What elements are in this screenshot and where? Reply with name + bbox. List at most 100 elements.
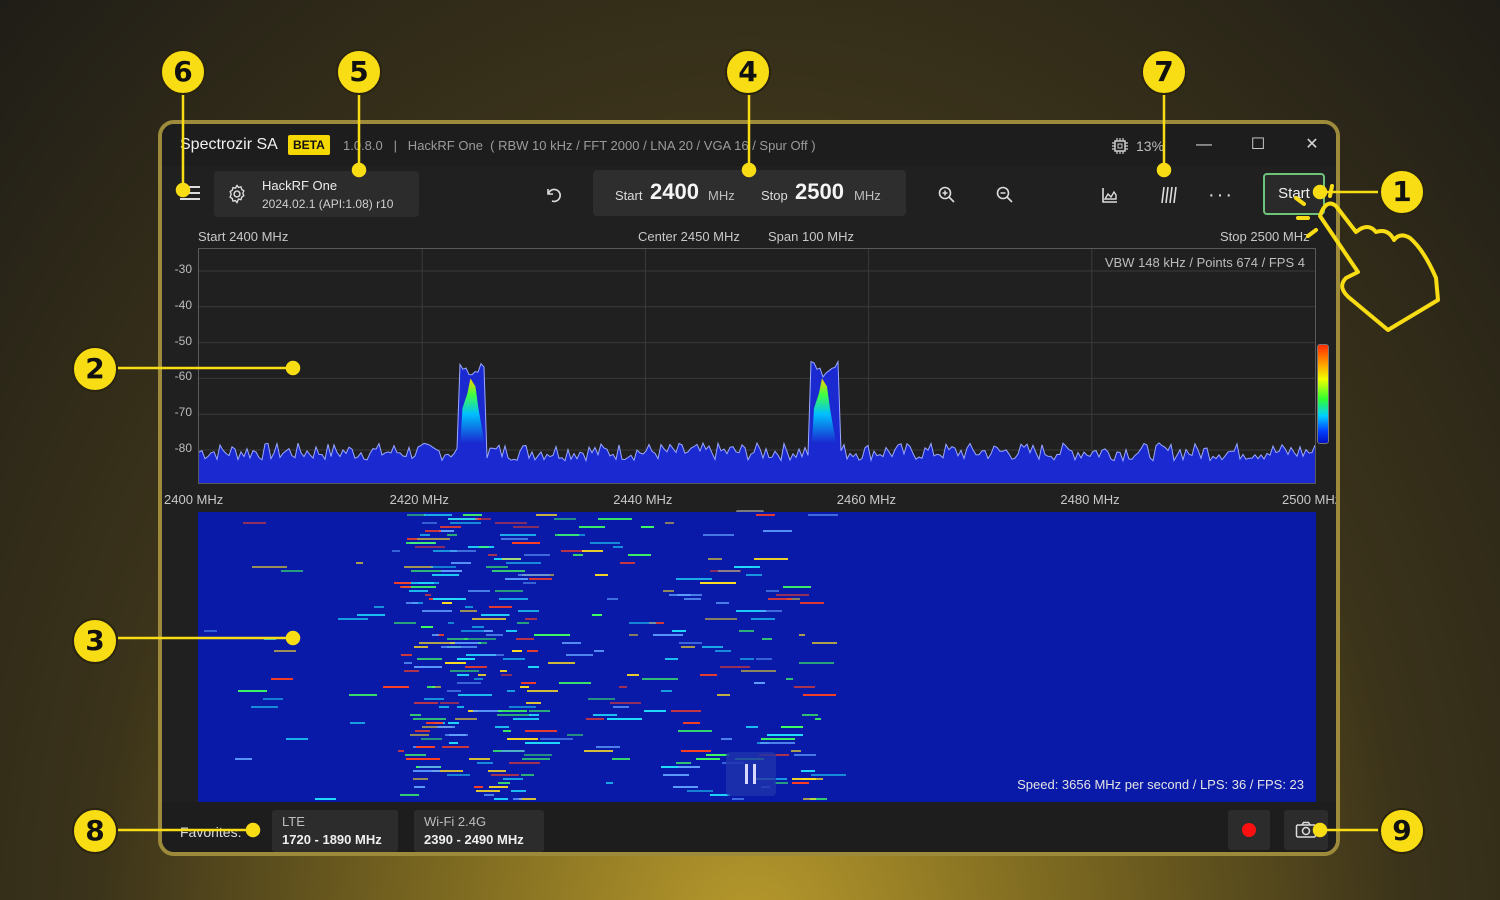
waterfall-signal bbox=[590, 542, 620, 544]
waterfall-signal bbox=[432, 574, 459, 576]
waterfall-signal bbox=[426, 722, 443, 724]
waterfall-signal bbox=[441, 646, 477, 648]
waterfall-signal bbox=[480, 654, 504, 656]
waterfall-signal bbox=[512, 542, 540, 544]
waterfall-signal bbox=[450, 522, 481, 524]
waterfall-display[interactable]: Speed: 3656 MHz per second / LPS: 36 / F… bbox=[198, 512, 1316, 802]
waterfall-signal bbox=[513, 798, 522, 800]
maximize-button[interactable]: ☐ bbox=[1244, 132, 1272, 158]
waterfall-signal bbox=[512, 650, 522, 652]
waterfall-signal bbox=[404, 566, 433, 568]
waterfall-signal bbox=[708, 558, 722, 560]
waterfall-signal bbox=[756, 514, 775, 516]
waterfall-signal bbox=[783, 586, 811, 588]
waterfall-signal bbox=[442, 746, 469, 748]
waterfall-signal bbox=[460, 610, 477, 612]
y-tick-label: -80 bbox=[174, 441, 192, 455]
waterfall-signal bbox=[528, 666, 539, 668]
waterfall-signal bbox=[476, 790, 500, 792]
cpu-usage-value: 13% bbox=[1136, 138, 1165, 154]
waterfall-signal bbox=[419, 642, 455, 644]
x-tick-label: 2500 MHz bbox=[1282, 492, 1340, 507]
waterfall-icon[interactable] bbox=[1154, 180, 1184, 210]
waterfall-signal bbox=[416, 746, 435, 748]
waterfall-signal bbox=[705, 618, 737, 620]
minimize-button[interactable]: — bbox=[1190, 132, 1218, 158]
cpu-usage: 13% bbox=[1110, 136, 1164, 156]
waterfall-signal bbox=[802, 778, 823, 780]
waterfall-signal bbox=[415, 546, 445, 548]
waterfall-signal bbox=[534, 634, 570, 636]
y-tick-label: -40 bbox=[174, 297, 192, 312]
waterfall-signal bbox=[794, 754, 816, 756]
waterfall-signal bbox=[383, 686, 409, 688]
waterfall-signal bbox=[610, 702, 641, 704]
waterfall-signal bbox=[700, 674, 717, 676]
start-freq-value[interactable]: 2400 bbox=[650, 179, 699, 205]
waterfall-signal bbox=[447, 638, 468, 640]
waterfall-signal bbox=[498, 710, 527, 712]
device-settings-button[interactable]: HackRF One 2024.02.1 (API:1.08) r10 bbox=[214, 171, 419, 217]
area-chart-icon[interactable] bbox=[1095, 180, 1125, 210]
waterfall-signal bbox=[760, 742, 795, 744]
waterfall-signal bbox=[439, 706, 449, 708]
waterfall-signal bbox=[238, 690, 267, 692]
pause-icon[interactable] bbox=[726, 752, 776, 796]
waterfall-signal bbox=[761, 738, 795, 740]
waterfall-signal bbox=[584, 750, 613, 752]
callout-badge-9: 9 bbox=[1379, 808, 1425, 854]
waterfall-signal bbox=[450, 670, 479, 672]
stop-freq-unit: MHz bbox=[854, 188, 881, 203]
waterfall-signal bbox=[671, 710, 701, 712]
waterfall-signal bbox=[716, 602, 729, 604]
waterfall-signal bbox=[684, 598, 701, 600]
waterfall-signal bbox=[774, 782, 788, 784]
favorite-lte[interactable]: LTE 1720 - 1890 MHz bbox=[272, 810, 398, 852]
favorite-name: LTE bbox=[282, 814, 305, 829]
waterfall-signal bbox=[594, 650, 604, 652]
waterfall-signal bbox=[521, 682, 536, 684]
start-freq-label: Start bbox=[615, 188, 643, 203]
waterfall-signal bbox=[264, 638, 276, 640]
waterfall-signal bbox=[394, 622, 416, 624]
waterfall-signal bbox=[421, 626, 433, 628]
more-options-button[interactable]: ··· bbox=[1206, 180, 1236, 210]
waterfall-signal bbox=[392, 550, 400, 552]
screenshot-button[interactable] bbox=[1284, 810, 1328, 850]
close-button[interactable]: ✕ bbox=[1298, 132, 1326, 158]
x-tick-label: 2420 MHz bbox=[389, 492, 449, 507]
waterfall-signal bbox=[815, 718, 821, 720]
waterfall-signal bbox=[492, 570, 525, 572]
waterfall-signal bbox=[465, 666, 487, 668]
waterfall-signal bbox=[413, 770, 440, 772]
waterfall-signal bbox=[271, 678, 293, 680]
waterfall-signal bbox=[442, 602, 452, 604]
frequency-range-control[interactable]: Start 2400 MHz Stop 2500 MHz bbox=[593, 170, 906, 216]
waterfall-signal bbox=[715, 650, 731, 652]
waterfall-signal bbox=[498, 782, 510, 784]
record-button[interactable] bbox=[1228, 810, 1270, 850]
waterfall-signal bbox=[479, 546, 489, 548]
waterfall-signal bbox=[415, 730, 430, 732]
waterfall-signal bbox=[536, 514, 557, 516]
waterfall-signal bbox=[561, 550, 584, 552]
waterfall-signal bbox=[447, 690, 461, 692]
waterfall-signal bbox=[417, 538, 450, 540]
waterfall-signal bbox=[734, 566, 760, 568]
waterfall-signal bbox=[678, 730, 712, 732]
spectrum-chart[interactable]: VBW 148 kHz / Points 674 / FPS 4 bbox=[198, 248, 1316, 484]
color-scale-bar[interactable] bbox=[1317, 344, 1329, 444]
waterfall-signal bbox=[445, 662, 466, 664]
waterfall-signal bbox=[554, 518, 576, 520]
zoom-in-icon[interactable] bbox=[932, 180, 962, 210]
stop-freq-value[interactable]: 2500 bbox=[795, 179, 844, 205]
waterfall-signal bbox=[469, 758, 490, 760]
waterfall-signal bbox=[263, 698, 283, 700]
waterfall-signal bbox=[406, 602, 418, 604]
zoom-out-icon[interactable] bbox=[990, 180, 1020, 210]
undo-icon[interactable] bbox=[538, 180, 568, 210]
favorite-wifi[interactable]: Wi-Fi 2.4G 2390 - 2490 MHz bbox=[414, 810, 544, 852]
waterfall-signal bbox=[663, 590, 674, 592]
hamburger-menu-icon[interactable] bbox=[178, 180, 204, 206]
start-button[interactable]: Start bbox=[1263, 173, 1325, 215]
